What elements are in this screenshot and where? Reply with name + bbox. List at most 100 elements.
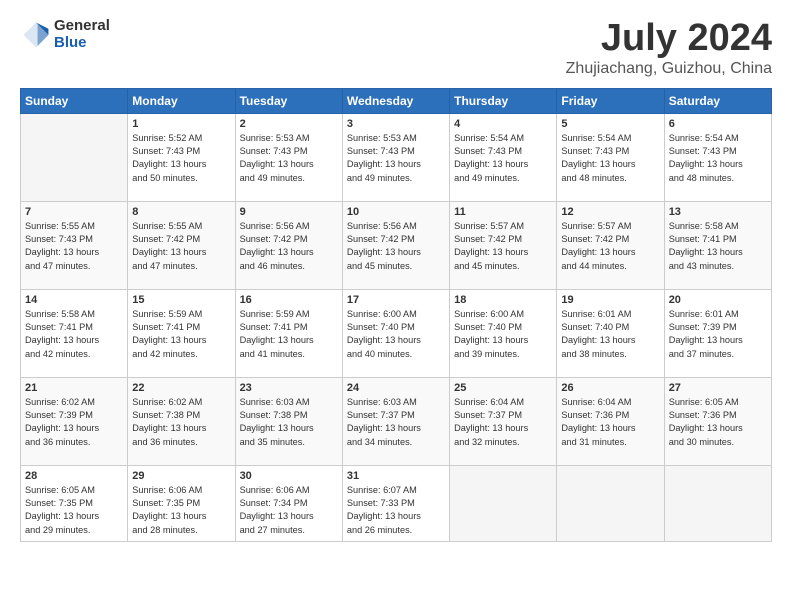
day-number: 29 (132, 470, 230, 482)
day-header-wednesday: Wednesday (342, 88, 449, 113)
day-cell: 27Sunrise: 6:05 AM Sunset: 7:36 PM Dayli… (664, 377, 771, 465)
day-header-sunday: Sunday (21, 88, 128, 113)
day-cell: 10 Sunrise: 5:56 AM Sunset: 7:42 PM Dayli… (342, 201, 449, 289)
day-info: Sunrise: 5:58 AM Sunset: 7:41 PM Dayligh… (669, 220, 767, 273)
day-info: Sunrise: 5:58 AM Sunset: 7:41 PM Dayligh… (25, 308, 123, 361)
logo-general: General (54, 18, 110, 35)
day-cell: 7 Sunrise: 5:55 AM Sunset: 7:43 PM Daylig… (21, 201, 128, 289)
day-number: 31 (347, 470, 445, 482)
day-cell: 28Sunrise: 6:05 AM Sunset: 7:35 PM Dayli… (21, 465, 128, 541)
day-info: Sunrise: 6:01 AM Sunset: 7:39 PM Dayligh… (669, 308, 767, 361)
day-info: Sunrise: 6:03 AM Sunset: 7:38 PM Dayligh… (240, 396, 338, 449)
day-info: Sunrise: 6:04 AM Sunset: 7:36 PM Dayligh… (561, 396, 659, 449)
day-cell: 19Sunrise: 6:01 AM Sunset: 7:40 PM Dayli… (557, 289, 664, 377)
week-row-1: 1 Sunrise: 5:52 AM Sunset: 7:43 PM Daylig… (21, 113, 772, 201)
day-header-saturday: Saturday (664, 88, 771, 113)
main-title: July 2024 (566, 18, 772, 60)
day-info: Sunrise: 5:52 AM Sunset: 7:43 PM Dayligh… (132, 132, 230, 185)
day-number: 10 (347, 206, 445, 218)
day-info: Sunrise: 5:55 AM Sunset: 7:43 PM Dayligh… (25, 220, 123, 273)
day-cell: 18 Sunrise: 6:00 AM Sunset: 7:40 PM Dayli… (450, 289, 557, 377)
day-number: 17 (347, 294, 445, 306)
day-cell: 30 Sunrise: 6:06 AM Sunset: 7:34 PM Dayli… (235, 465, 342, 541)
day-cell: 11Sunrise: 5:57 AM Sunset: 7:42 PM Dayli… (450, 201, 557, 289)
day-cell: 14 Sunrise: 5:58 AM Sunset: 7:41 PM Dayli… (21, 289, 128, 377)
day-cell: 9 Sunrise: 5:56 AM Sunset: 7:42 PM Daylig… (235, 201, 342, 289)
day-number: 23 (240, 382, 338, 394)
logo: General Blue (20, 18, 110, 51)
day-info: Sunrise: 6:00 AM Sunset: 7:40 PM Dayligh… (347, 308, 445, 361)
days-header-row: SundayMondayTuesdayWednesdayThursdayFrid… (21, 88, 772, 113)
day-number: 12 (561, 206, 659, 218)
day-number: 20 (669, 294, 767, 306)
day-cell (21, 113, 128, 201)
day-cell: 4 Sunrise: 5:54 AM Sunset: 7:43 PM Daylig… (450, 113, 557, 201)
day-cell: 2 Sunrise: 5:53 AM Sunset: 7:43 PM Daylig… (235, 113, 342, 201)
day-number: 15 (132, 294, 230, 306)
day-info: Sunrise: 6:00 AM Sunset: 7:40 PM Dayligh… (454, 308, 552, 361)
day-number: 21 (25, 382, 123, 394)
day-cell: 17 Sunrise: 6:00 AM Sunset: 7:40 PM Dayli… (342, 289, 449, 377)
day-header-monday: Monday (128, 88, 235, 113)
day-info: Sunrise: 6:07 AM Sunset: 7:33 PM Dayligh… (347, 484, 445, 537)
day-info: Sunrise: 6:05 AM Sunset: 7:36 PM Dayligh… (669, 396, 767, 449)
day-info: Sunrise: 5:54 AM Sunset: 7:43 PM Dayligh… (454, 132, 552, 185)
day-info: Sunrise: 6:04 AM Sunset: 7:37 PM Dayligh… (454, 396, 552, 449)
day-cell: 31 Sunrise: 6:07 AM Sunset: 7:33 PM Dayli… (342, 465, 449, 541)
day-number: 22 (132, 382, 230, 394)
day-info: Sunrise: 5:53 AM Sunset: 7:43 PM Dayligh… (240, 132, 338, 185)
day-info: Sunrise: 5:57 AM Sunset: 7:42 PM Dayligh… (454, 220, 552, 273)
day-number: 2 (240, 118, 338, 130)
day-info: Sunrise: 5:53 AM Sunset: 7:43 PM Dayligh… (347, 132, 445, 185)
day-cell: 20 Sunrise: 6:01 AM Sunset: 7:39 PM Dayli… (664, 289, 771, 377)
day-number: 18 (454, 294, 552, 306)
day-number: 16 (240, 294, 338, 306)
day-info: Sunrise: 6:03 AM Sunset: 7:37 PM Dayligh… (347, 396, 445, 449)
day-number: 8 (132, 206, 230, 218)
week-row-2: 7 Sunrise: 5:55 AM Sunset: 7:43 PM Daylig… (21, 201, 772, 289)
day-info: Sunrise: 5:56 AM Sunset: 7:42 PM Dayligh… (240, 220, 338, 273)
day-cell: 13 Sunrise: 5:58 AM Sunset: 7:41 PM Dayli… (664, 201, 771, 289)
day-cell: 26 Sunrise: 6:04 AM Sunset: 7:36 PM Dayli… (557, 377, 664, 465)
day-header-tuesday: Tuesday (235, 88, 342, 113)
day-cell: 1 Sunrise: 5:52 AM Sunset: 7:43 PM Daylig… (128, 113, 235, 201)
subtitle: Zhujiachang, Guizhou, China (566, 60, 772, 78)
day-info: Sunrise: 5:56 AM Sunset: 7:42 PM Dayligh… (347, 220, 445, 273)
day-info: Sunrise: 5:54 AM Sunset: 7:43 PM Dayligh… (561, 132, 659, 185)
day-number: 28 (25, 470, 123, 482)
day-info: Sunrise: 6:01 AM Sunset: 7:40 PM Dayligh… (561, 308, 659, 361)
day-cell: 5 Sunrise: 5:54 AM Sunset: 7:43 PM Daylig… (557, 113, 664, 201)
day-number: 4 (454, 118, 552, 130)
day-number: 14 (25, 294, 123, 306)
day-number: 9 (240, 206, 338, 218)
day-number: 5 (561, 118, 659, 130)
title-block: July 2024 Zhujiachang, Guizhou, China (566, 18, 772, 78)
day-info: Sunrise: 6:06 AM Sunset: 7:35 PM Dayligh… (132, 484, 230, 537)
day-number: 13 (669, 206, 767, 218)
day-cell: 29 Sunrise: 6:06 AM Sunset: 7:35 PM Dayli… (128, 465, 235, 541)
day-number: 3 (347, 118, 445, 130)
day-cell (450, 465, 557, 541)
day-header-thursday: Thursday (450, 88, 557, 113)
week-row-4: 21Sunrise: 6:02 AM Sunset: 7:39 PM Dayli… (21, 377, 772, 465)
day-cell: 25Sunrise: 6:04 AM Sunset: 7:37 PM Dayli… (450, 377, 557, 465)
logo-icon (22, 21, 50, 49)
day-number: 1 (132, 118, 230, 130)
day-cell: 8Sunrise: 5:55 AM Sunset: 7:42 PM Daylig… (128, 201, 235, 289)
day-info: Sunrise: 6:06 AM Sunset: 7:34 PM Dayligh… (240, 484, 338, 537)
day-info: Sunrise: 6:02 AM Sunset: 7:38 PM Dayligh… (132, 396, 230, 449)
calendar-table: SundayMondayTuesdayWednesdayThursdayFrid… (20, 88, 772, 542)
day-number: 7 (25, 206, 123, 218)
day-info: Sunrise: 5:59 AM Sunset: 7:41 PM Dayligh… (132, 308, 230, 361)
calendar-page: General Blue July 2024 Zhujiachang, Guiz… (0, 0, 792, 612)
day-cell: 21Sunrise: 6:02 AM Sunset: 7:39 PM Dayli… (21, 377, 128, 465)
week-row-3: 14 Sunrise: 5:58 AM Sunset: 7:41 PM Dayli… (21, 289, 772, 377)
header: General Blue July 2024 Zhujiachang, Guiz… (20, 18, 772, 78)
day-info: Sunrise: 5:54 AM Sunset: 7:43 PM Dayligh… (669, 132, 767, 185)
day-number: 30 (240, 470, 338, 482)
logo-text: General Blue (54, 18, 110, 51)
day-cell: 22 Sunrise: 6:02 AM Sunset: 7:38 PM Dayli… (128, 377, 235, 465)
day-cell: 23 Sunrise: 6:03 AM Sunset: 7:38 PM Dayli… (235, 377, 342, 465)
day-number: 26 (561, 382, 659, 394)
day-info: Sunrise: 5:57 AM Sunset: 7:42 PM Dayligh… (561, 220, 659, 273)
